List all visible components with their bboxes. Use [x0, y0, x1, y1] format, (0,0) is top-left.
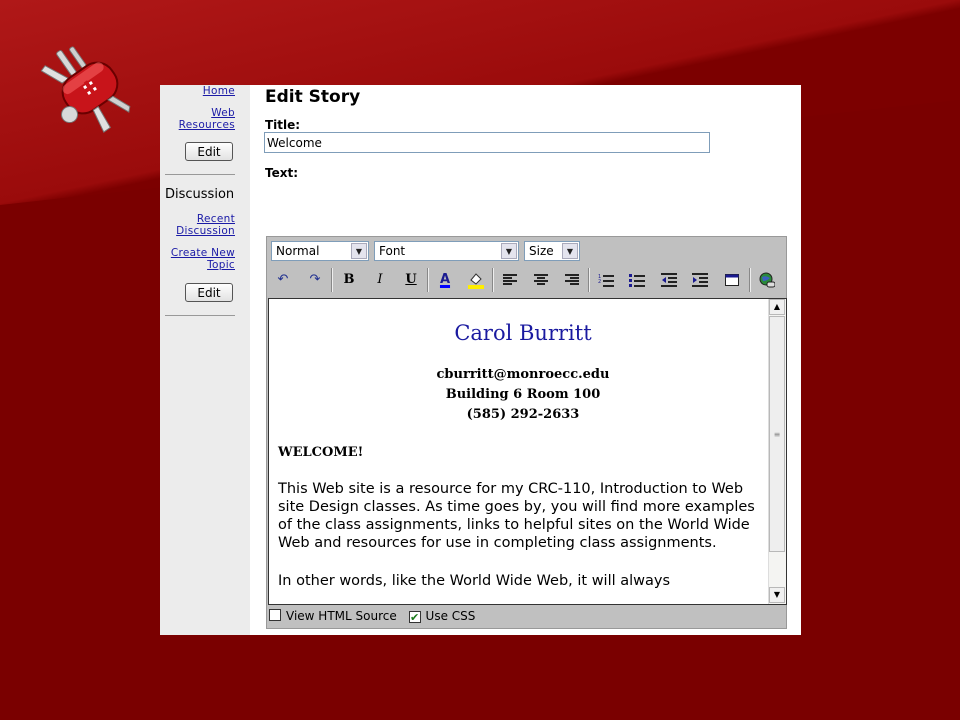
sidebar: Home Web Resources Edit Discussion Recen…	[160, 85, 250, 635]
indent-icon[interactable]	[689, 269, 711, 291]
text-label: Text:	[265, 166, 299, 180]
toolbar-separator	[427, 268, 429, 292]
undo-icon[interactable]: ↶	[272, 269, 294, 291]
sidebar-divider	[165, 315, 235, 316]
sidebar-link-create-topic[interactable]: Create New Topic	[155, 247, 250, 271]
swiss-knife-logo	[40, 46, 131, 133]
highlight-icon[interactable]	[465, 269, 487, 291]
rich-text-editor: Normal ▼ Font ▼ Size ▼ ↶ ↷ B I U A 1 2 C…	[266, 236, 787, 629]
font-select-value: Font	[379, 244, 406, 258]
italic-icon[interactable]: I	[369, 269, 391, 291]
table-icon[interactable]	[721, 269, 743, 291]
ordered-list-icon[interactable]: 12	[595, 269, 617, 291]
content-panel: Home Web Resources Edit Discussion Recen…	[160, 85, 801, 635]
sidebar-link-web-resources[interactable]: Web Resources	[167, 107, 250, 131]
unordered-list-icon[interactable]	[626, 269, 648, 291]
scrollbar-thumb[interactable]: ≡	[769, 316, 785, 552]
align-right-icon[interactable]	[561, 269, 583, 291]
vertical-scrollbar[interactable]: ▲ ≡ ▼	[768, 299, 786, 604]
chevron-down-icon: ▼	[562, 243, 578, 259]
size-select-value: Size	[529, 244, 554, 258]
paragraph-1: This Web site is a resource for my CRC-1…	[278, 481, 755, 551]
align-center-icon[interactable]	[530, 269, 552, 291]
sidebar-link-home[interactable]: Home	[150, 85, 250, 97]
chevron-down-icon: ▼	[351, 243, 367, 259]
sidebar-heading-discussion: Discussion	[165, 187, 235, 202]
redo-icon[interactable]: ↷	[304, 269, 326, 291]
scroll-up-icon[interactable]: ▲	[769, 299, 785, 315]
contact-building: Building 6 Room 100	[445, 387, 601, 402]
document-body: Carol Burritt cburritt@monroecc.edu Buil…	[278, 299, 768, 590]
use-css-checkbox[interactable]: ✔	[408, 611, 421, 624]
svg-text:2: 2	[598, 279, 601, 285]
insert-link-icon[interactable]	[756, 269, 778, 291]
underline-icon[interactable]: U	[400, 269, 422, 291]
toolbar-separator	[331, 268, 333, 292]
paragraph-2: In other words, like the World Wide Web,…	[278, 573, 671, 589]
view-html-checkbox[interactable]	[269, 609, 281, 621]
format-select-value: Normal	[276, 244, 320, 258]
contact-email: cburritt@monroecc.edu	[436, 367, 610, 382]
sidebar-divider	[165, 174, 235, 175]
editor-content-area[interactable]: Carol Burritt cburritt@monroecc.edu Buil…	[268, 298, 787, 605]
chevron-down-icon: ▼	[501, 243, 517, 259]
sidebar-edit-button-2[interactable]: Edit	[185, 283, 233, 302]
format-select[interactable]: Normal ▼	[271, 241, 369, 261]
view-html-label: View HTML Source	[286, 609, 397, 623]
page-title: Edit Story	[265, 87, 361, 107]
toolbar-separator	[749, 268, 751, 292]
toolbar-separator	[588, 268, 590, 292]
contact-phone: (585) 292-2633	[466, 407, 580, 422]
font-color-icon[interactable]: A	[434, 269, 456, 291]
align-left-icon[interactable]	[499, 269, 521, 291]
document-heading: Carol Burritt	[454, 321, 592, 345]
toolbar-separator	[492, 268, 494, 292]
outdent-icon[interactable]	[658, 269, 680, 291]
contact-block: cburritt@monroecc.edu Building 6 Room 10…	[278, 365, 768, 425]
sidebar-link-recent-discussion[interactable]: Recent Discussion	[155, 213, 250, 237]
title-input[interactable]	[264, 132, 710, 153]
editor-footer: View HTML Source ✔ Use CSS	[269, 609, 476, 624]
use-css-label: Use CSS	[425, 609, 476, 623]
scroll-down-icon[interactable]: ▼	[769, 587, 785, 603]
font-select[interactable]: Font ▼	[374, 241, 519, 261]
sidebar-edit-button-1[interactable]: Edit	[185, 142, 233, 161]
welcome-text: WELCOME!	[278, 445, 364, 460]
size-select[interactable]: Size ▼	[524, 241, 580, 261]
bold-icon[interactable]: B	[338, 269, 360, 291]
title-label: Title:	[265, 118, 301, 132]
